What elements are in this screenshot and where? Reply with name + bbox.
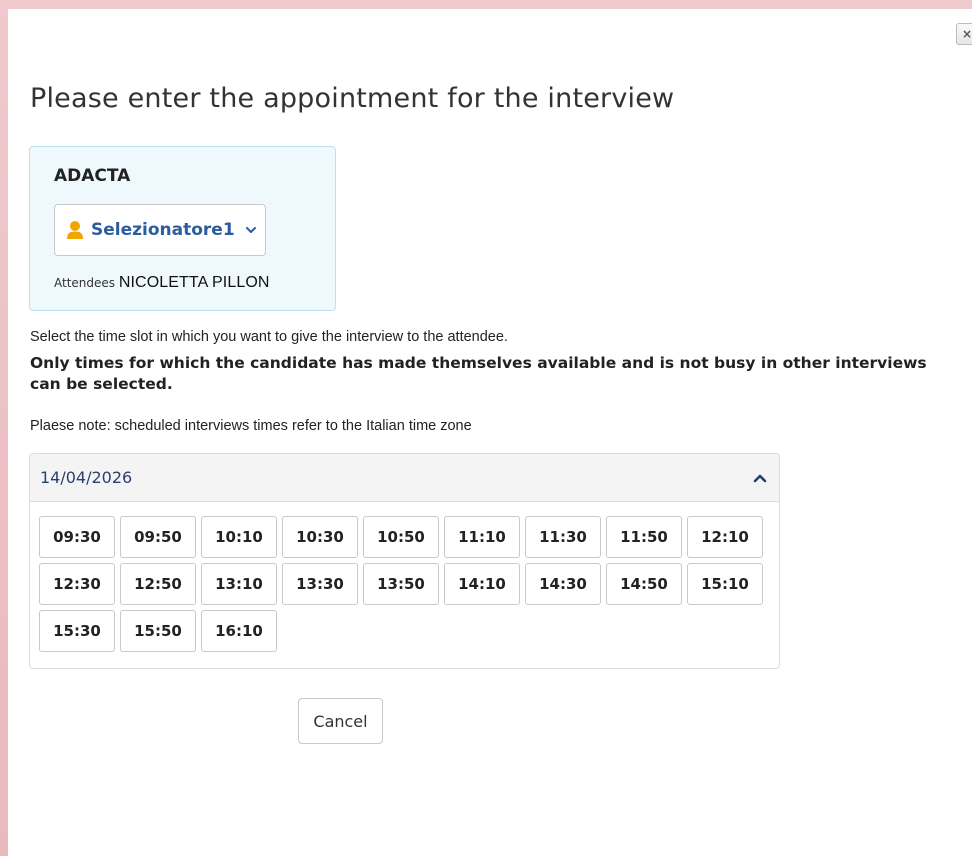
- time-slot-button[interactable]: 10:10: [201, 516, 277, 558]
- time-slot-button[interactable]: 10:50: [363, 516, 439, 558]
- time-slot-button[interactable]: 12:30: [39, 563, 115, 605]
- time-slot-button[interactable]: 09:50: [120, 516, 196, 558]
- time-slot-button[interactable]: 11:50: [606, 516, 682, 558]
- recruiter-name: Selezionatore1: [91, 220, 235, 240]
- chevron-down-icon: [245, 224, 257, 236]
- time-slot-button[interactable]: 13:30: [282, 563, 358, 605]
- availability-note: Only times for which the candidate has m…: [30, 354, 927, 393]
- time-slot-button[interactable]: 13:50: [363, 563, 439, 605]
- select-instruction: Select the time slot in which you want t…: [30, 329, 508, 345]
- time-slot-button[interactable]: 15:30: [39, 610, 115, 652]
- time-slot-button[interactable]: 15:10: [687, 563, 763, 605]
- date-panel-header[interactable]: 14/04/2026: [30, 454, 779, 502]
- time-slot-button[interactable]: 11:30: [525, 516, 601, 558]
- time-slot-button[interactable]: 10:30: [282, 516, 358, 558]
- time-slot-panel: 14/04/2026 09:30 09:50 10:10 10:30 10:50 11:1…: [29, 453, 780, 669]
- recruiter-dropdown[interactable]: Selezionatore1: [54, 204, 266, 256]
- time-slot-button[interactable]: 14:50: [606, 563, 682, 605]
- time-slot-button[interactable]: 14:30: [525, 563, 601, 605]
- time-slot-button[interactable]: 16:10: [201, 610, 277, 652]
- cancel-button[interactable]: Cancel: [298, 698, 383, 744]
- company-name: ADACTA: [54, 166, 131, 186]
- panel-date: 14/04/2026: [40, 468, 133, 487]
- attendee-name: NICOLETTA PILLON: [118, 274, 270, 291]
- time-slot-button[interactable]: 14:10: [444, 563, 520, 605]
- time-slot-button[interactable]: 11:10: [444, 516, 520, 558]
- time-slot-button[interactable]: 15:50: [120, 610, 196, 652]
- time-slot-button[interactable]: 12:50: [120, 563, 196, 605]
- dialog-title: Please enter the appointment for the int…: [30, 83, 675, 114]
- chevron-up-icon: [753, 473, 767, 483]
- attendees-label: Attendees: [54, 276, 116, 290]
- time-slot-button[interactable]: 09:30: [39, 516, 115, 558]
- close-button[interactable]: ×: [956, 23, 972, 45]
- time-slot-button[interactable]: 13:10: [201, 563, 277, 605]
- timezone-note: Plaese note: scheduled interviews times …: [30, 418, 472, 434]
- company-card: ADACTA Selezionatore1 Attendees NICOLETT…: [29, 146, 336, 311]
- time-slot-button[interactable]: 12:10: [687, 516, 763, 558]
- user-icon: [66, 220, 84, 240]
- appointment-dialog: × Please enter the appointment for the i…: [8, 9, 972, 856]
- close-icon: ×: [962, 27, 972, 41]
- attendees-line: Attendees NICOLETTA PILLON: [54, 274, 270, 292]
- time-slot-grid: 09:30 09:50 10:10 10:30 10:50 11:10 11:30 11:50…: [39, 516, 779, 652]
